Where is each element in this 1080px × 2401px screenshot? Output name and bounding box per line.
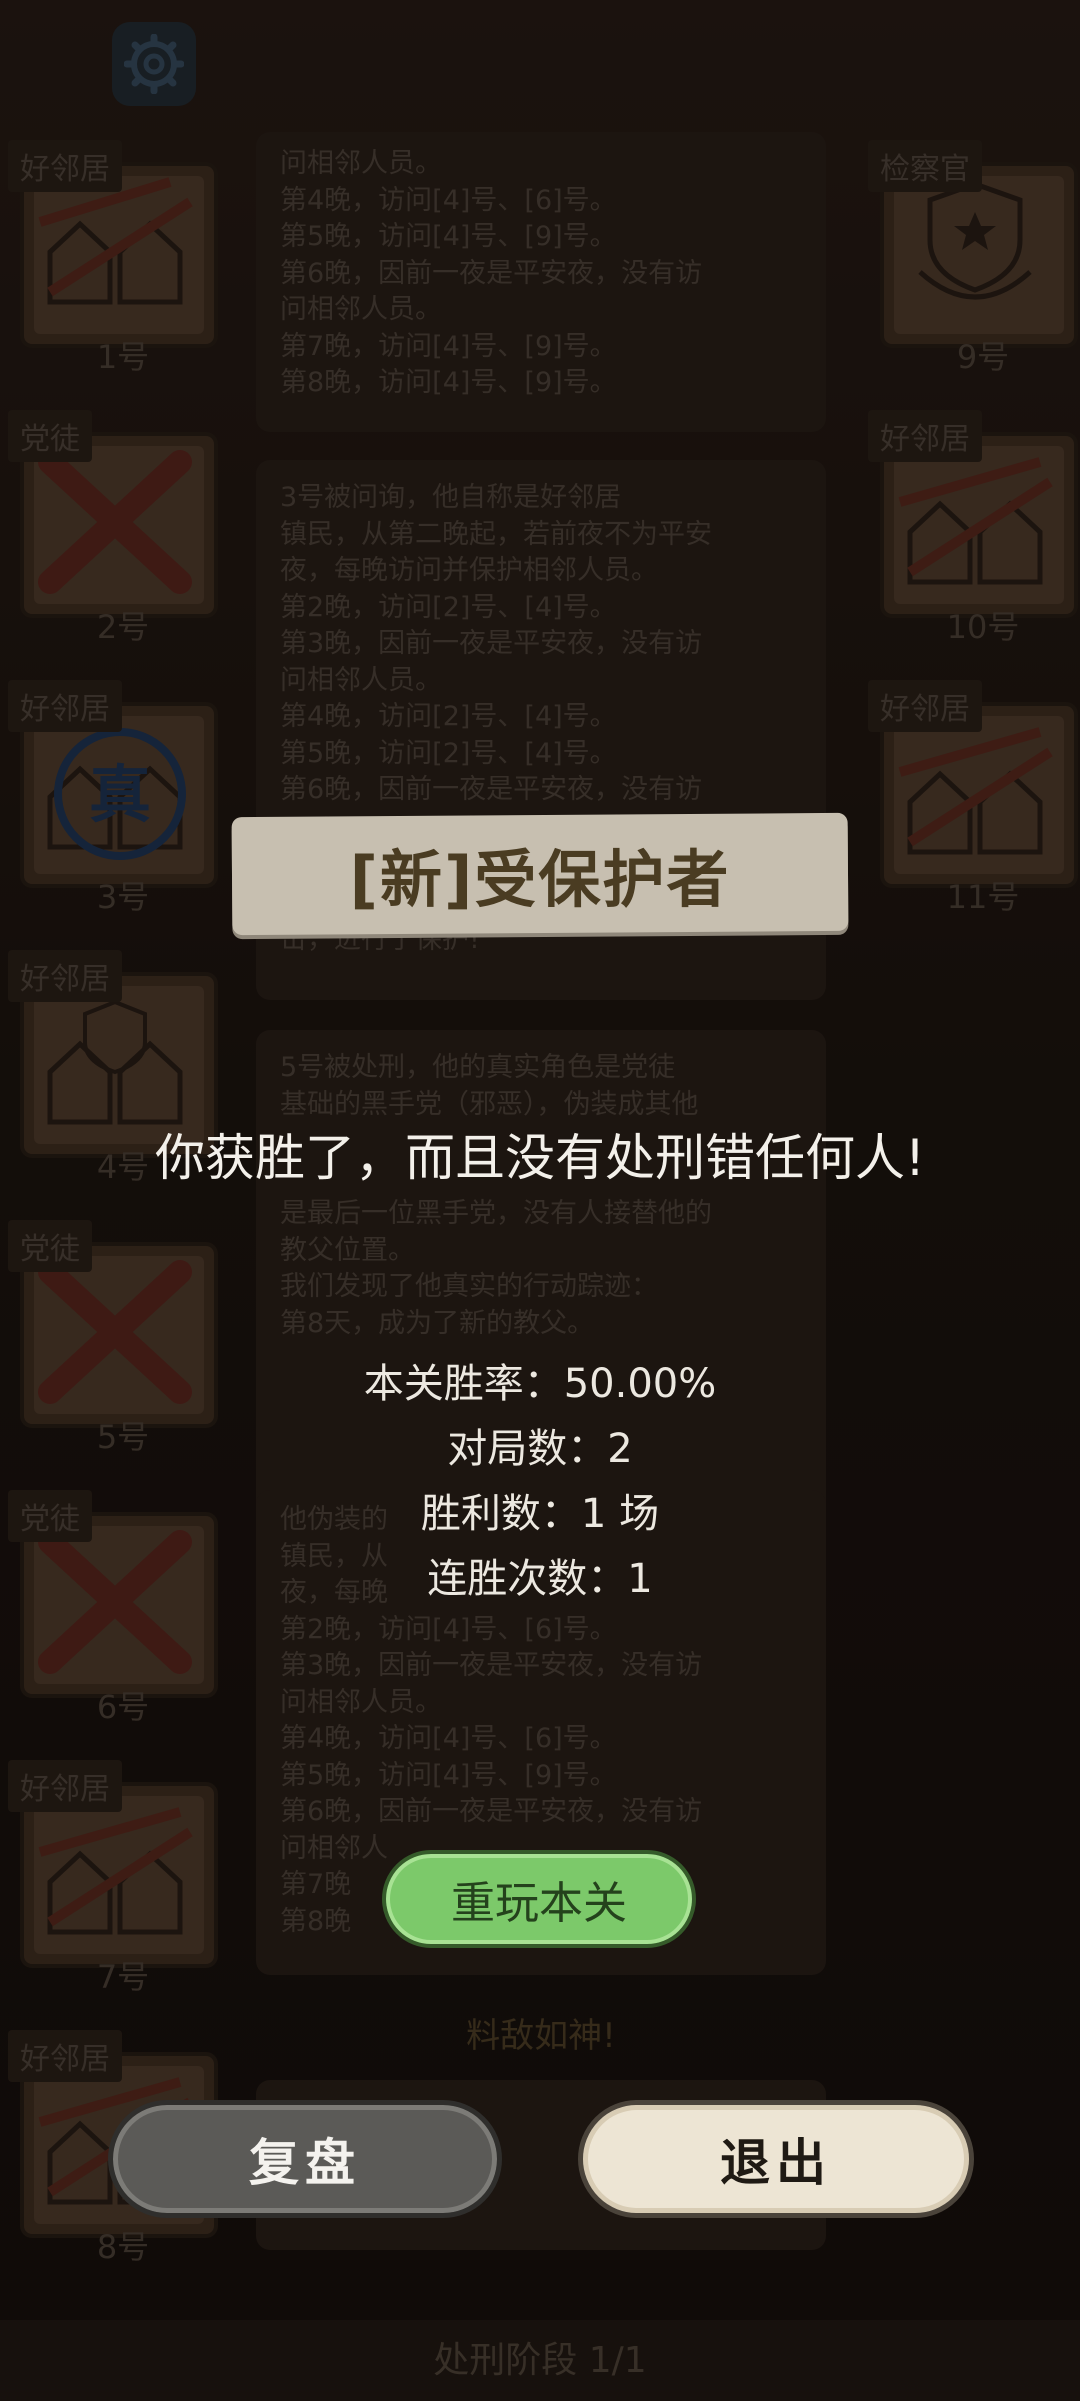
new-role-banner: [新]受保护者 xyxy=(349,843,731,916)
review-button[interactable]: 复盘 xyxy=(108,2100,502,2218)
stats-block: 本关胜率：50.00% 对局数：2 胜利数：1 场 连胜次数：1 xyxy=(240,1352,840,1612)
modal-backdrop xyxy=(0,0,1080,2401)
stat-games: 对局数：2 xyxy=(447,1426,633,1472)
replay-level-button[interactable]: 重玩本关 xyxy=(382,1850,696,1948)
stat-wins: 胜利数：1 场 xyxy=(420,1491,660,1537)
stat-streak: 连胜次数：1 xyxy=(427,1556,653,1602)
exit-button[interactable]: 退出 xyxy=(578,2100,974,2218)
result-message: 你获胜了，而且没有处刑错任何人! xyxy=(154,1129,926,1187)
stat-win-rate: 本关胜率：50.00% xyxy=(363,1361,717,1407)
